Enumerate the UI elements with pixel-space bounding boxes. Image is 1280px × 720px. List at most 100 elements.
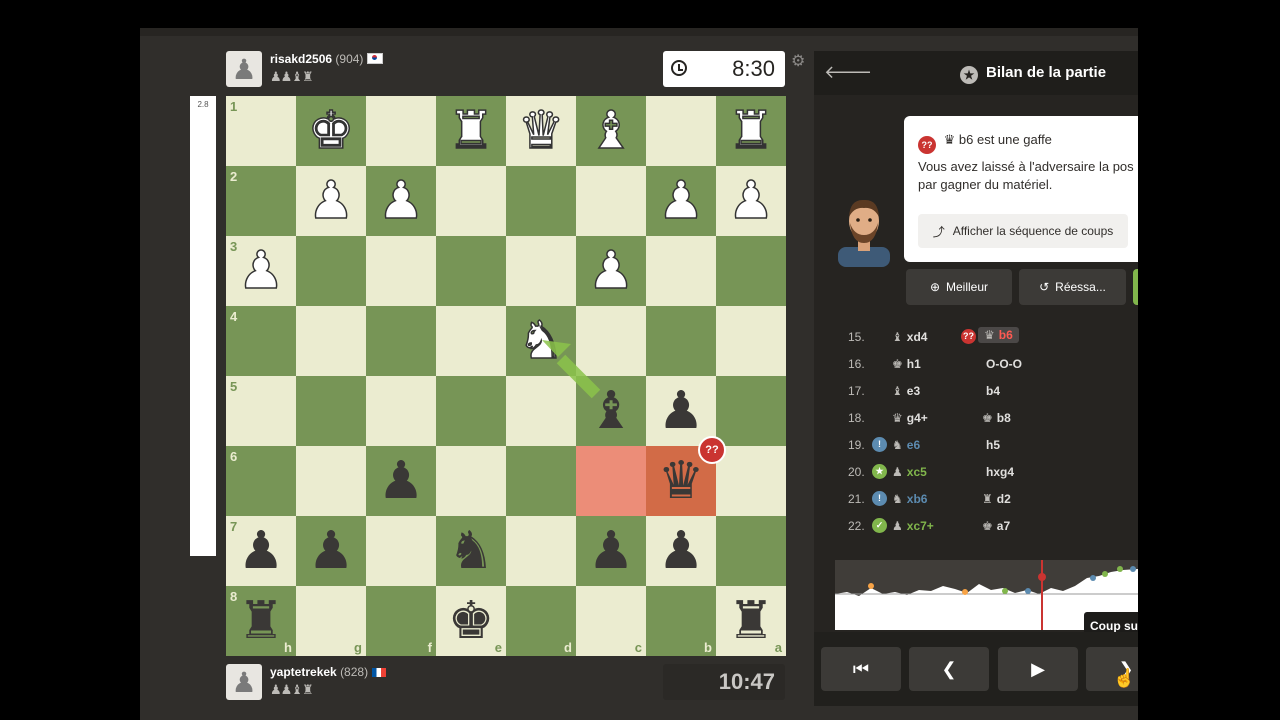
board-square[interactable] bbox=[716, 306, 786, 376]
chess-piece[interactable]: ♟ bbox=[307, 174, 355, 228]
board-square[interactable] bbox=[366, 376, 436, 446]
board-square[interactable] bbox=[576, 306, 646, 376]
board-square[interactable] bbox=[646, 236, 716, 306]
board-square[interactable]: ♞ bbox=[436, 516, 506, 586]
board-square[interactable] bbox=[436, 166, 506, 236]
white-move[interactable]: ♟ xc7+ bbox=[892, 519, 934, 533]
board-square[interactable] bbox=[506, 376, 576, 446]
chess-piece[interactable]: ♞ bbox=[517, 314, 565, 368]
board-square[interactable]: ♜ bbox=[716, 96, 786, 166]
chess-piece[interactable]: ♟ bbox=[377, 174, 425, 228]
chess-piece[interactable]: ♟ bbox=[237, 244, 285, 298]
white-move[interactable]: ♝ e3 bbox=[892, 384, 920, 398]
back-arrow-icon[interactable]: 🡐 bbox=[824, 62, 872, 83]
board-square[interactable] bbox=[296, 306, 366, 376]
board-square[interactable]: 7 ♟ bbox=[226, 516, 296, 586]
board-square[interactable]: f bbox=[366, 586, 436, 656]
board-square[interactable]: 6 bbox=[226, 446, 296, 516]
board-square[interactable] bbox=[296, 236, 366, 306]
white-move[interactable]: ♚ h1 bbox=[892, 357, 921, 371]
black-move[interactable]: b4 bbox=[982, 384, 1000, 398]
black-move[interactable]: hxg4 bbox=[982, 465, 1014, 479]
chess-piece[interactable]: ♜ bbox=[727, 104, 775, 158]
board-square[interactable]: ♝ bbox=[576, 376, 646, 446]
board-square[interactable]: ♟ bbox=[716, 166, 786, 236]
first-move-button[interactable]: ⏮ bbox=[821, 647, 901, 691]
show-sequence-button[interactable]: ⤴ Afficher la séquence de coups bbox=[918, 214, 1128, 248]
board-square[interactable]: 1 bbox=[226, 96, 296, 166]
board-square[interactable] bbox=[506, 446, 576, 516]
white-move[interactable]: ♞ xb6 bbox=[892, 492, 927, 506]
previous-move-button[interactable]: ❮ bbox=[909, 647, 989, 691]
chess-piece[interactable]: ♜ bbox=[728, 595, 775, 647]
board-square[interactable]: 2 bbox=[226, 166, 296, 236]
chess-piece[interactable]: ♚ bbox=[307, 104, 355, 158]
board-square[interactable]: ♚ bbox=[296, 96, 366, 166]
board-square[interactable] bbox=[436, 376, 506, 446]
board-square[interactable]: 8 h ♜ bbox=[226, 586, 296, 656]
board-square[interactable]: ♟ bbox=[576, 236, 646, 306]
board-square[interactable] bbox=[366, 96, 436, 166]
bottom-player-name[interactable]: yaptetrekek (828) bbox=[270, 665, 387, 679]
board-square[interactable]: ♝ bbox=[576, 96, 646, 166]
board-square[interactable]: a ♜ bbox=[716, 586, 786, 656]
black-move[interactable]: ♜ d2 bbox=[982, 492, 1011, 506]
top-player-avatar[interactable]: ♟ bbox=[226, 51, 262, 87]
chess-piece[interactable]: ♟ bbox=[588, 525, 635, 577]
black-move[interactable]: ♛ b6 bbox=[978, 327, 1019, 343]
top-player-name[interactable]: risakd2506 (904) bbox=[270, 52, 384, 66]
retry-button[interactable]: ↺ Réessa... bbox=[1019, 269, 1126, 305]
chess-board[interactable]: 1 ♚ ♜ ♛ ♝ ♜ 2 ♟ ♟ ♟ ♟ 3 ♟ ♟ 4 ♞ 5 ♝ ♟ 6 ♟ ♛ 7 ♟ ♟ ♞ ♟ ♟ 8 h ♜ g f e ♚ d c b a ♜ bbox=[226, 96, 786, 656]
chess-piece[interactable]: ♛ bbox=[658, 455, 705, 507]
next-action-button[interactable] bbox=[1133, 269, 1138, 305]
play-button[interactable]: ▶ bbox=[998, 647, 1078, 691]
board-square[interactable]: 3 ♟ bbox=[226, 236, 296, 306]
black-move[interactable]: ♚ b8 bbox=[982, 411, 1011, 425]
board-square[interactable] bbox=[296, 446, 366, 516]
board-square[interactable]: d bbox=[506, 586, 576, 656]
board-square[interactable]: ♟ bbox=[366, 166, 436, 236]
chess-piece[interactable]: ♟ bbox=[657, 174, 705, 228]
bottom-player-avatar[interactable]: ♟ bbox=[226, 664, 262, 700]
chess-piece[interactable]: ♟ bbox=[308, 525, 355, 577]
board-square[interactable]: 4 bbox=[226, 306, 296, 376]
chess-piece[interactable]: ♞ bbox=[448, 525, 495, 577]
board-square[interactable]: ♛ bbox=[506, 96, 576, 166]
white-move[interactable]: ♞ e6 bbox=[892, 438, 920, 452]
move-list[interactable]: 15. ♝ xd4?? ♛ b6 16. ♚ h1 O-O-O 17. ♝ e3 b4 18. ♛ g4+ ♚ b… bbox=[834, 323, 1138, 573]
board-square[interactable]: ♜ bbox=[436, 96, 506, 166]
board-square[interactable] bbox=[506, 516, 576, 586]
board-square[interactable] bbox=[646, 96, 716, 166]
chess-piece[interactable]: ♟ bbox=[658, 385, 705, 437]
board-square[interactable]: 5 bbox=[226, 376, 296, 446]
board-square[interactable]: c bbox=[576, 586, 646, 656]
board-square[interactable]: ♟ bbox=[646, 376, 716, 446]
board-square[interactable] bbox=[436, 236, 506, 306]
chess-piece[interactable]: ♟ bbox=[378, 455, 425, 507]
white-move[interactable]: ♛ g4+ bbox=[892, 411, 928, 425]
board-square[interactable]: ♞ bbox=[506, 306, 576, 376]
board-square[interactable] bbox=[576, 446, 646, 516]
board-square[interactable] bbox=[296, 376, 366, 446]
best-move-button[interactable]: ⊕ Meilleur bbox=[906, 269, 1012, 305]
board-square[interactable]: ♟ bbox=[576, 516, 646, 586]
chess-piece[interactable]: ♟ bbox=[727, 174, 775, 228]
board-square[interactable]: b bbox=[646, 586, 716, 656]
board-square[interactable] bbox=[576, 166, 646, 236]
chess-piece[interactable]: ♝ bbox=[587, 104, 635, 158]
white-move[interactable]: ♟ xc5 bbox=[892, 465, 927, 479]
chess-piece[interactable]: ♟ bbox=[587, 244, 635, 298]
board-square[interactable]: g bbox=[296, 586, 366, 656]
board-square[interactable]: ♟ bbox=[366, 446, 436, 516]
chess-piece[interactable]: ♚ bbox=[448, 595, 495, 647]
black-move[interactable]: ♚ a7 bbox=[982, 519, 1010, 533]
board-square[interactable] bbox=[366, 236, 436, 306]
board-square[interactable]: ♟ bbox=[296, 166, 366, 236]
black-move[interactable]: O-O-O bbox=[982, 357, 1022, 371]
board-square[interactable] bbox=[366, 516, 436, 586]
board-square[interactable]: e ♚ bbox=[436, 586, 506, 656]
board-square[interactable] bbox=[716, 446, 786, 516]
board-square[interactable] bbox=[506, 236, 576, 306]
white-move[interactable]: ♝ xd4 bbox=[892, 330, 927, 344]
board-square[interactable]: ♟ bbox=[296, 516, 366, 586]
